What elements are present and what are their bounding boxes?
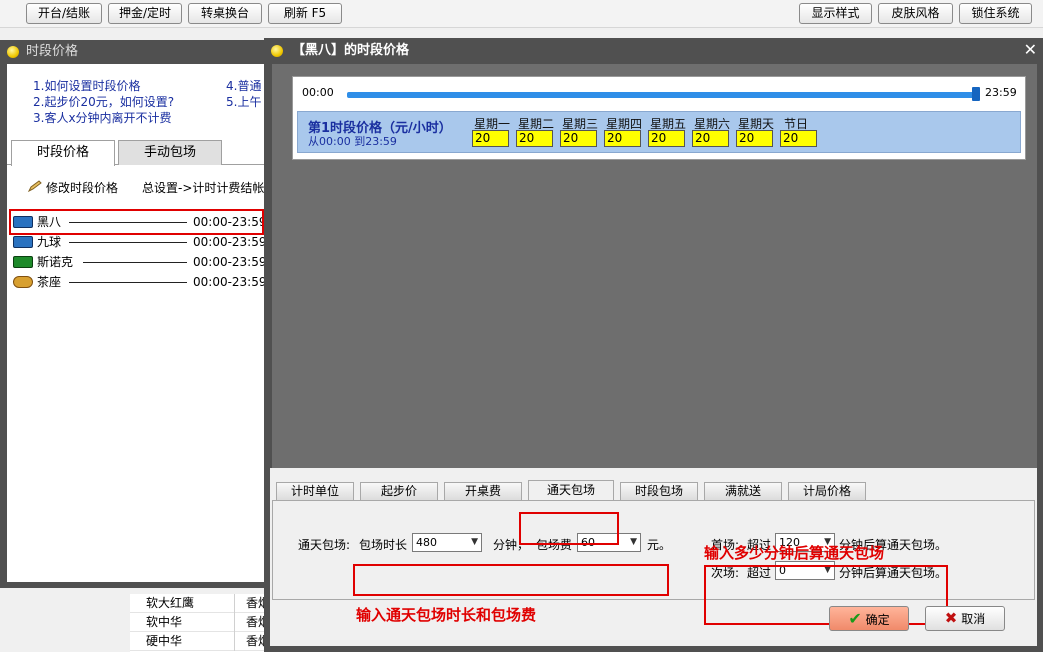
settings-tabs: 计时单位 起步价 开桌费 通天包场 时段包场 满就送 计局价格 — [270, 478, 1037, 501]
dialog-title: 【黑八】的时段价格 — [292, 43, 410, 58]
duration-select[interactable]: 480 ▼ — [412, 533, 482, 552]
tab-all-day-booking[interactable]: 通天包场 — [528, 480, 614, 501]
price-input-holiday[interactable]: 20 — [780, 130, 817, 147]
highlight-duration-fee — [353, 564, 669, 596]
snooker-table-icon — [13, 256, 33, 268]
price-input-mon[interactable]: 20 — [472, 130, 509, 147]
duration-label: 包场时长 — [359, 538, 408, 552]
price-input-thu[interactable]: 20 — [604, 130, 641, 147]
price-input-wed[interactable]: 20 — [560, 130, 597, 147]
tab-period-booking[interactable]: 时段包场 — [620, 482, 698, 500]
time-end-label: 23:59 — [985, 86, 1017, 99]
table-row-nineball[interactable]: 九球 00:00-23:59 — [11, 232, 265, 252]
table-row-teahouse[interactable]: 茶座 00:00-23:59 — [11, 272, 265, 292]
tab-spend-and-get[interactable]: 满就送 — [704, 482, 782, 500]
period-range: 从00:00 到23:59 — [308, 135, 397, 148]
billiard-table-icon — [13, 236, 33, 248]
teapot-icon — [13, 276, 33, 288]
price-input-sat[interactable]: 20 — [692, 130, 729, 147]
price-input-fri[interactable]: 20 — [648, 130, 685, 147]
time-slider-handle[interactable] — [972, 87, 980, 101]
period-price-window: 时段价格 1.如何设置时段价格 2.起步价20元，如何设置? 3.客人x分钟内离… — [0, 40, 268, 588]
highlight-active-tab — [519, 512, 619, 545]
skin-style-button[interactable]: 皮肤风格 — [878, 3, 953, 24]
close-icon[interactable]: ✕ — [1024, 40, 1037, 60]
help-link-1[interactable]: 1.如何设置时段价格 — [33, 77, 140, 94]
settings-area: 计时单位 起步价 开桌费 通天包场 时段包场 满就送 计局价格 通天包场: 包场… — [270, 468, 1037, 646]
cancel-button[interactable]: ✖ 取消 — [925, 606, 1005, 631]
timeline-canvas: 00:00 23:59 第1时段价格（元/小时） 从00:00 到23:59 星… — [272, 64, 1037, 468]
chevron-down-icon: ▼ — [630, 537, 637, 547]
table-row-snooker[interactable]: 斯诺克 00:00-23:59 — [11, 252, 265, 272]
tab-opening-fee[interactable]: 开桌费 — [444, 482, 522, 500]
pencil-icon — [27, 180, 43, 193]
timeline-panel: 00:00 23:59 第1时段价格（元/小时） 从00:00 到23:59 星… — [292, 76, 1026, 160]
tab-period-price[interactable]: 时段价格 — [11, 140, 115, 166]
tab-manual-booking[interactable]: 手动包场 — [118, 140, 222, 165]
price-input-sun[interactable]: 20 — [736, 130, 773, 147]
list-item[interactable]: 软中华 香烟 — [130, 613, 270, 632]
help-link-5[interactable]: 5.上午 — [226, 93, 261, 110]
left-tabbar: 时段价格 手动包场 — [7, 140, 265, 166]
window-title: 时段价格 — [26, 44, 79, 59]
display-style-button[interactable]: 显示样式 — [799, 3, 872, 24]
time-slider-track[interactable] — [347, 92, 975, 98]
settings-link[interactable]: 总设置->计时计费结帐 — [142, 179, 264, 196]
refresh-button[interactable]: 刷新 F5 — [268, 3, 342, 24]
main-toolbar: 开台/结账 押金/定时 转桌换台 刷新 F5 显示样式 皮肤风格 锁住系统 — [0, 0, 1043, 28]
highlight-first-second — [704, 565, 948, 625]
annotation-bottom: 输入通天包场时长和包场费 — [356, 606, 537, 624]
annotation-top: 输入多少分钟后算通天包场 — [704, 544, 885, 562]
chevron-down-icon: ▼ — [471, 537, 478, 547]
tab-starting-price[interactable]: 起步价 — [360, 482, 438, 500]
list-item[interactable]: 软大红鹰 香烟 — [130, 594, 270, 613]
price-input-tue[interactable]: 20 — [516, 130, 553, 147]
all-day-label: 通天包场: — [298, 538, 351, 552]
highlight-selected-table — [9, 209, 264, 235]
deposit-timer-button[interactable]: 押金/定时 — [108, 3, 182, 24]
window-body: 1.如何设置时段价格 2.起步价20元，如何设置? 3.客人x分钟内离开不计费 … — [7, 64, 265, 582]
help-link-2[interactable]: 2.起步价20元，如何设置? — [33, 93, 174, 110]
switch-table-button[interactable]: 转桌换台 — [188, 3, 262, 24]
tab-time-unit[interactable]: 计时单位 — [276, 482, 354, 500]
product-list: 软大红鹰 香烟 软中华 香烟 硬中华 香烟 — [130, 594, 270, 652]
ok-button[interactable]: ✔ 确定 — [829, 606, 909, 631]
open-checkout-button[interactable]: 开台/结账 — [26, 3, 102, 24]
yuan-unit: 元。 — [647, 538, 672, 552]
help-link-3[interactable]: 3.客人x分钟内离开不计费 — [33, 109, 172, 126]
time-start-label: 00:00 — [302, 86, 334, 99]
lock-system-button[interactable]: 锁住系统 — [959, 3, 1032, 24]
tab-per-game-price[interactable]: 计局价格 — [788, 482, 866, 500]
check-icon: ✔ — [848, 609, 862, 628]
list-item[interactable]: 硬中华 香烟 — [130, 632, 270, 651]
edit-price-button[interactable]: 修改时段价格 — [46, 179, 118, 196]
period-band[interactable]: 第1时段价格（元/小时） 从00:00 到23:59 星期一 星期二 星期三 星… — [297, 111, 1021, 153]
help-link-4[interactable]: 4.普通 — [226, 77, 261, 94]
close-icon: ✖ — [944, 609, 958, 627]
period-price-dialog: 【黑八】的时段价格 ✕ 00:00 23:59 第1时段价格（元/小时） 从00… — [264, 38, 1043, 652]
